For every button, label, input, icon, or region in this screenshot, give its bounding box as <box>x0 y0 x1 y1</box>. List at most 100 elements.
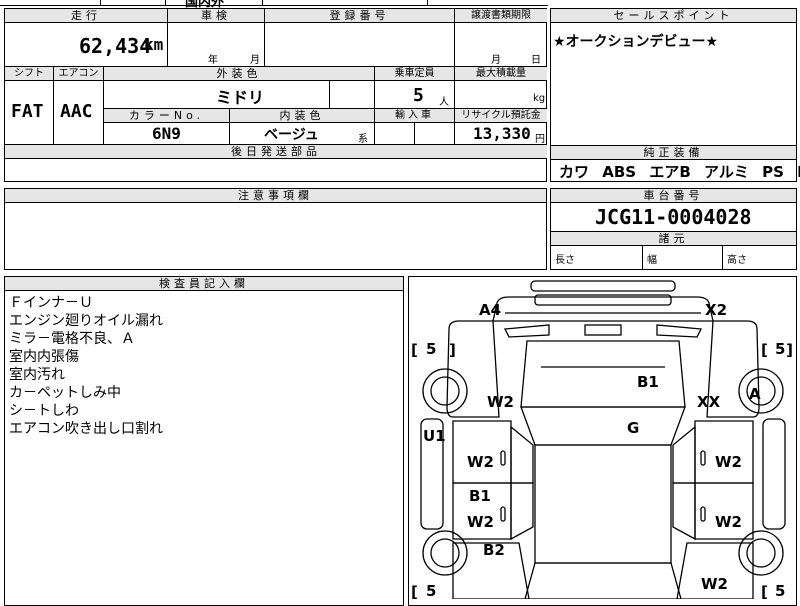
damage-code-w2-front-left: W2 <box>487 393 514 411</box>
inspector-note-line: シ－トしわ <box>9 403 79 419</box>
damage-code-x2: X2 <box>705 301 728 319</box>
inspector-note-line: Ｆインナ－Ｕ <box>9 295 93 311</box>
capacity-label: 乗車定員 <box>375 67 455 81</box>
max-load-cell: kg <box>455 81 547 109</box>
damage-code-u1-left: U1 <box>423 427 446 445</box>
damage-code-xx-right: XX <box>697 393 721 411</box>
damage-code-a4: A4 <box>479 301 502 319</box>
transfer-day: 日 <box>531 55 541 66</box>
interior-color-suffix: 系 <box>358 134 368 145</box>
dimension-width-label: 幅 <box>647 255 657 266</box>
equipment-item: PS <box>762 163 784 181</box>
registration-label: 登録番号 <box>265 9 455 23</box>
tire-code-front-right: 5 <box>775 340 786 358</box>
car-diagram: [] [] [ [ <box>411 280 793 599</box>
equipment-item: ABS <box>602 163 637 181</box>
transfer-deadline-cell: 月 日 <box>455 23 547 67</box>
interior-color-value: ベージュ <box>264 127 319 143</box>
mileage-cell: 62,434 km <box>5 23 168 67</box>
svg-text:[: [ <box>411 341 418 359</box>
exterior-color-cell: ミドリ <box>104 81 330 109</box>
recycle-cell: 13,330 円 <box>455 122 547 145</box>
svg-text:[: [ <box>761 583 768 599</box>
color-no-label: カラーNo. <box>104 109 230 123</box>
shift-cell: FAT <box>5 81 54 145</box>
inspector-note-line: 室内内張傷 <box>9 349 79 365</box>
damage-code-w2-door-fl: W2 <box>467 453 494 471</box>
inspector-note-line: ミラ－電格不良、Ａ <box>9 331 135 347</box>
exterior-color-label: 外装色 <box>104 67 375 81</box>
dimensions-label: 諸元 <box>551 231 796 246</box>
color-no-value: 6N9 <box>152 124 181 143</box>
later-parts-content <box>5 159 547 181</box>
registration-cell <box>265 23 455 67</box>
tire-code-rear-right: 5 <box>775 582 786 600</box>
svg-text:[: [ <box>411 583 418 599</box>
recycle-value: 13,330 <box>473 124 531 143</box>
inspector-label: 検査員記入欄 <box>5 277 403 291</box>
inspector-box: 検査員記入欄 Ｆインナ－Ｕ エンジン廻りオイル漏れ ミラ－電格不良、Ａ 室内内張… <box>4 276 404 606</box>
inspector-note-line: 室内汚れ <box>9 367 65 383</box>
chassis-number: JCG11-0004028 <box>595 205 752 229</box>
recycle-unit: 円 <box>535 134 545 145</box>
damage-code-b1-door-rl: B1 <box>469 487 491 505</box>
aircon-label: エアコン <box>54 67 104 81</box>
damage-code-b2-rear-left: B2 <box>483 541 505 559</box>
inspection-month: 月 <box>250 55 260 66</box>
damage-code-w2-rear-right: W2 <box>701 575 728 593</box>
aircon-value: AAC <box>60 101 93 122</box>
mileage-value: 62,434 <box>79 34 152 58</box>
dimension-height-label: 高さ <box>727 255 747 266</box>
exterior-color-extra-cell <box>330 81 375 109</box>
tire-code-front-left: 5 <box>426 340 437 358</box>
dimensions-row: 長さ 幅 高さ <box>551 245 796 269</box>
inspector-note-line: カ－ペットしみ中 <box>9 385 121 401</box>
vehicle-info-table: 走行 車検 登録番号 譲渡書類期限 62,434 km 年 月 月 日 シフト … <box>4 8 547 182</box>
equipment-label: 純正装備 <box>551 145 796 160</box>
notes-label: 注意事項欄 <box>5 189 546 203</box>
svg-text:]: ] <box>449 341 456 359</box>
notes-box: 注意事項欄 <box>4 188 547 270</box>
equipment-item: エアB <box>649 163 691 181</box>
import-cell-b <box>415 122 455 145</box>
inspector-note-line: エンジン廻りオイル漏れ <box>9 313 163 329</box>
transfer-deadline-label: 譲渡書類期限 <box>455 9 547 23</box>
damage-code-w2-door-fr: W2 <box>715 453 742 471</box>
capacity-unit: 人 <box>439 97 449 108</box>
sales-point-box: セールスポイント ★オークションデビュー★ 純正装備 カワ ABS エアB アル… <box>550 8 800 182</box>
inspector-notes: Ｆインナ－Ｕ エンジン廻りオイル漏れ ミラ－電格不良、Ａ 室内内張傷 室内汚れ … <box>9 294 401 438</box>
inspector-note-line: エアコン吹き出し口割れ <box>9 421 163 437</box>
damage-code-w2-door-rl: W2 <box>467 513 494 531</box>
mileage-unit: km <box>144 35 164 54</box>
capacity-value: 5 <box>413 85 424 106</box>
import-cell-a <box>375 122 415 145</box>
mileage-label: 走行 <box>5 9 168 23</box>
damage-code-w2-door-rr: W2 <box>715 513 742 531</box>
max-load-label: 最大積載量 <box>455 67 547 81</box>
later-parts-label: 後日発送部品 <box>5 145 547 159</box>
recycle-label: リサイクル預託金 <box>455 109 547 123</box>
color-no-cell: 6N9 <box>104 122 230 145</box>
damage-code-a-mirror: A <box>749 385 761 403</box>
car-diagram-box: [] [] [ [ A4 X2 5 5 B1 W2 XX A U1 G W2 W… <box>408 276 797 606</box>
exterior-color-value: ミドリ <box>216 88 265 107</box>
tire-code-rear-left: 5 <box>426 582 437 600</box>
inspection-cell: 年 月 <box>168 23 265 67</box>
transfer-month: 月 <box>491 55 501 66</box>
shift-label: シフト <box>5 67 54 81</box>
svg-text:]: ] <box>786 341 793 359</box>
damage-code-g-glass: G <box>627 419 640 437</box>
dimension-length-label: 長さ <box>555 255 575 266</box>
equipment-item: カワ <box>559 163 590 181</box>
max-load-unit: kg <box>533 93 546 104</box>
damage-code-b1-hood: B1 <box>637 373 659 391</box>
chassis-label: 車台番号 <box>551 189 796 203</box>
top-strip: 国内外 <box>0 0 548 10</box>
capacity-cell: 5 人 <box>375 81 455 109</box>
import-label: 輸入車 <box>375 109 455 123</box>
inspection-year: 年 <box>208 55 218 66</box>
equipment-list: カワ ABS エアB アルミ PS PW <box>559 161 800 181</box>
aircon-cell: AAC <box>54 81 104 145</box>
sales-point-text: ★オークションデビュー★ <box>553 34 719 50</box>
chassis-box: 車台番号 JCG11-0004028 諸元 長さ 幅 高さ <box>550 188 797 270</box>
